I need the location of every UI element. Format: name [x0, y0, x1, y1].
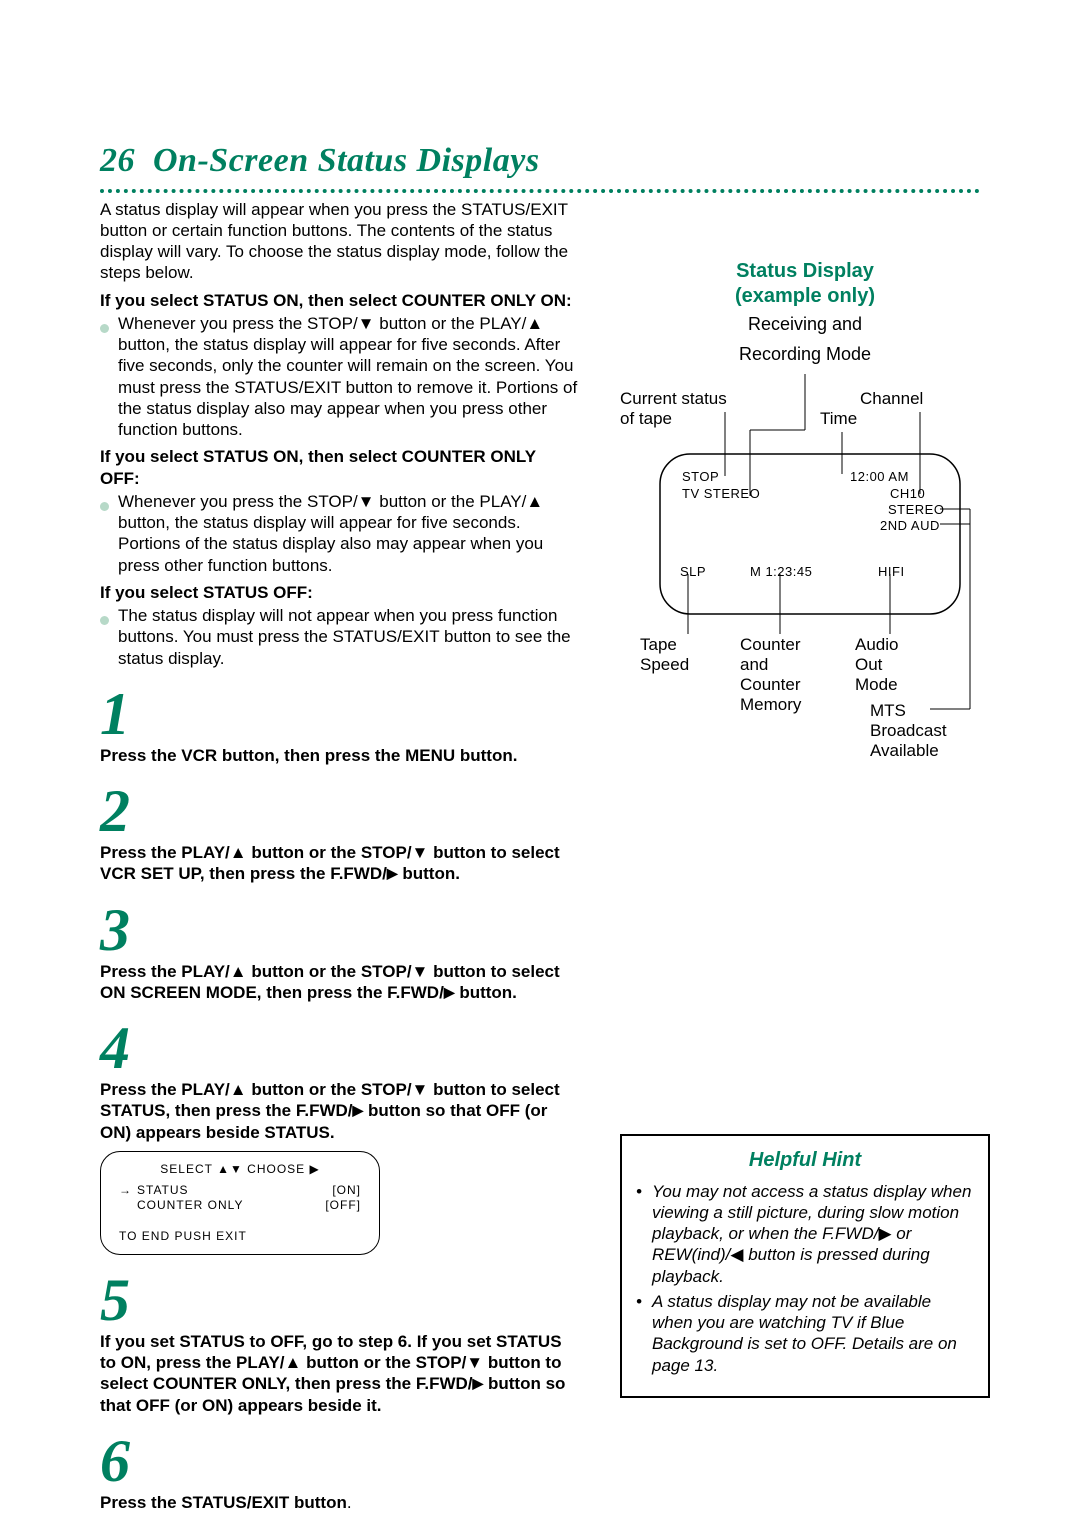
- osd-spacer: [119, 1198, 137, 1213]
- label-audio-3: Mode: [855, 674, 898, 695]
- play-right-icon: ▶: [473, 1375, 484, 1391]
- label-counter-2: and: [740, 654, 768, 675]
- bullet-icon: •: [636, 1291, 652, 1376]
- step-5-text: If you set STATUS to OFF, go to step 6. …: [100, 1331, 580, 1416]
- step-6-text: Press the STATUS/EXIT button.: [100, 1492, 580, 1513]
- hint-text: You may not access a status display when…: [652, 1181, 974, 1287]
- bullet-text: Whenever you press the STOP/▼ button or …: [118, 491, 580, 576]
- step-text-part: .: [347, 1493, 352, 1512]
- section-number: 26: [100, 142, 135, 179]
- label-tape-2: Speed: [640, 654, 689, 675]
- osd-value-slp: SLP: [680, 564, 706, 580]
- osd-menu-box: SELECT ▲▼ CHOOSE ▶ → STATUS [ON] COUNTER…: [100, 1151, 380, 1255]
- osd-row-status: → STATUS [ON]: [119, 1183, 361, 1198]
- bullet-text: The status display will not appear when …: [118, 605, 580, 669]
- hint-item: • A status display may not be available …: [636, 1291, 974, 1376]
- osd-value-channel: CH10: [890, 486, 925, 502]
- bullet-icon: [100, 605, 118, 669]
- subhead-status-on-counter-on: If you select STATUS ON, then select COU…: [100, 290, 580, 311]
- hint-text: A status display may not be available wh…: [652, 1291, 974, 1376]
- bullet-item: The status display will not appear when …: [100, 605, 580, 669]
- step-text-part: Press the PLAY/▲ button or the STOP/▼ bu…: [100, 843, 560, 883]
- step-number-5: 5: [100, 1273, 580, 1327]
- osd-row-counter: COUNTER ONLY [OFF]: [119, 1198, 361, 1213]
- status-display-heading: Status Display: [620, 259, 990, 284]
- label-mts-1: MTS: [870, 700, 906, 721]
- step-text-part: button.: [398, 864, 460, 883]
- step-number-1: 1: [100, 687, 580, 741]
- osd-title: SELECT ▲▼ CHOOSE ▶: [119, 1162, 361, 1177]
- hint-item: • You may not access a status display wh…: [636, 1181, 974, 1287]
- helpful-hint-title: Helpful Hint: [636, 1148, 974, 1173]
- status-display-heading-2: (example only): [620, 284, 990, 309]
- osd-row-label: COUNTER ONLY: [137, 1198, 325, 1213]
- step-number-4: 4: [100, 1021, 580, 1075]
- play-right-icon: ▶: [444, 984, 455, 1000]
- osd-arrow-icon: →: [119, 1183, 137, 1198]
- title-divider: [100, 189, 980, 193]
- status-display-sub1: Receiving and: [620, 313, 990, 336]
- subhead-status-on-counter-off: If you select STATUS ON, then select COU…: [100, 446, 580, 489]
- step-4-text: Press the PLAY/▲ button or the STOP/▼ bu…: [100, 1079, 580, 1143]
- label-audio-1: Audio: [855, 634, 898, 655]
- osd-value-counter: M 1:23:45: [750, 564, 812, 580]
- section-title: On-Screen Status Displays: [153, 142, 540, 179]
- label-counter-4: Memory: [740, 694, 801, 715]
- osd-row-value: [OFF]: [325, 1198, 361, 1213]
- play-right-icon: ▶: [387, 865, 398, 881]
- right-column: Status Display (example only) Receiving …: [620, 199, 990, 1514]
- label-mts-3: Available: [870, 740, 939, 761]
- label-audio-2: Out: [855, 654, 882, 675]
- osd-row-value: [ON]: [332, 1183, 361, 1198]
- bullet-item: Whenever you press the STOP/▼ button or …: [100, 313, 580, 441]
- osd-value-2ndaud: 2ND AUD: [880, 518, 940, 534]
- step-1-text: Press the VCR button, then press the MEN…: [100, 745, 580, 766]
- osd-row-label: STATUS: [137, 1183, 332, 1198]
- step-2-text: Press the PLAY/▲ button or the STOP/▼ bu…: [100, 842, 580, 885]
- bullet-icon: [100, 313, 118, 441]
- step-number-2: 2: [100, 784, 580, 838]
- bullet-icon: [100, 491, 118, 576]
- label-counter-1: Counter: [740, 634, 800, 655]
- label-channel: Channel: [860, 388, 923, 409]
- label-time: Time: [820, 408, 857, 429]
- status-display-diagram: Current status of tape Channel Time STOP…: [620, 374, 990, 804]
- helpful-hint-box: Helpful Hint • You may not access a stat…: [620, 1134, 990, 1398]
- osd-value-stereo: STEREO: [888, 502, 944, 518]
- play-right-icon: ▶: [353, 1102, 364, 1118]
- label-tape-1: Tape: [640, 634, 677, 655]
- step-text-part: Press the STATUS/EXIT button: [100, 1493, 347, 1512]
- page-title: 26 On-Screen Status Displays: [100, 140, 980, 183]
- rew-left-icon: ◀: [730, 1245, 743, 1264]
- osd-end-text: TO END PUSH EXIT: [119, 1229, 361, 1244]
- step-3-text: Press the PLAY/▲ button or the STOP/▼ bu…: [100, 961, 580, 1004]
- label-current-status-1: Current status: [620, 388, 727, 409]
- step-number-3: 3: [100, 903, 580, 957]
- hint-part: You may not access a status display when…: [652, 1182, 971, 1244]
- label-counter-3: Counter: [740, 674, 800, 695]
- bullet-text: Whenever you press the STOP/▼ button or …: [118, 313, 580, 441]
- subhead-status-off: If you select STATUS OFF:: [100, 582, 580, 603]
- status-display-sub2: Recording Mode: [620, 343, 990, 366]
- intro-paragraph: A status display will appear when you pr…: [100, 199, 580, 284]
- step-text-part: button.: [455, 983, 517, 1002]
- osd-value-stop: STOP: [682, 469, 719, 485]
- osd-value-tvstereo: TV STEREO: [682, 486, 760, 502]
- step-number-6: 6: [100, 1434, 580, 1488]
- label-mts-2: Broadcast: [870, 720, 947, 741]
- play-right-icon: ▶: [878, 1224, 891, 1243]
- bullet-icon: •: [636, 1181, 652, 1287]
- osd-value-hifi: HIFI: [878, 564, 905, 580]
- label-current-status-2: of tape: [620, 408, 672, 429]
- left-column: A status display will appear when you pr…: [100, 199, 580, 1514]
- bullet-item: Whenever you press the STOP/▼ button or …: [100, 491, 580, 576]
- osd-value-time: 12:00 AM: [850, 469, 909, 485]
